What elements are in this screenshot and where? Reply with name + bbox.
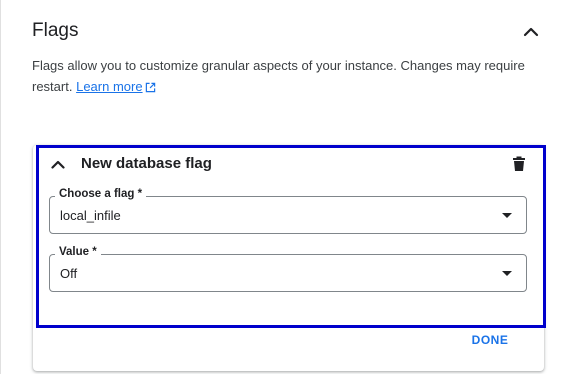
collapse-flag-button[interactable] — [46, 152, 70, 176]
flag-value-label: Value * — [55, 246, 101, 258]
chevron-up-icon — [51, 160, 65, 169]
chevron-up-icon — [523, 27, 539, 37]
learn-more-label: Learn more — [76, 79, 143, 94]
learn-more-link[interactable]: Learn more — [76, 79, 155, 94]
done-button[interactable]: DONE — [462, 328, 518, 352]
dropdown-arrow-icon — [502, 271, 512, 276]
section-description: Flags allow you to customize granular as… — [32, 55, 537, 97]
flag-card-title: New database flag — [81, 155, 212, 172]
section-title: Flags — [32, 20, 79, 41]
choose-flag-label: Choose a flag * — [55, 188, 147, 200]
dropdown-arrow-icon — [502, 213, 512, 218]
collapse-section-button[interactable] — [517, 18, 545, 46]
delete-flag-button[interactable] — [508, 151, 530, 175]
choose-flag-select[interactable]: Choose a flag * local_infile — [49, 188, 527, 234]
choose-flag-value: local_infile — [60, 208, 121, 223]
flag-value-select[interactable]: Value * Off — [49, 246, 527, 292]
flag-value-value: Off — [60, 266, 78, 281]
panel-divider — [0, 0, 1, 374]
trash-icon — [513, 156, 525, 171]
external-link-icon — [145, 82, 155, 93]
